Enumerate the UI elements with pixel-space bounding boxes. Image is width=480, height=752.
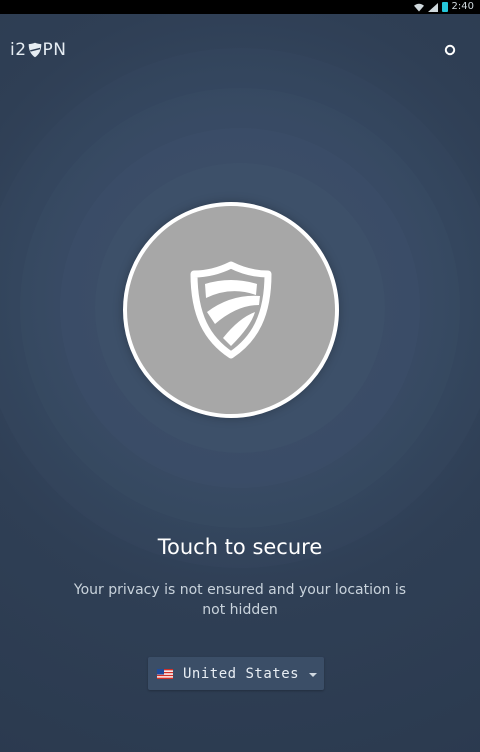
shield-icon — [190, 261, 272, 359]
app-logo: i2 PN — [10, 40, 67, 60]
connect-button[interactable] — [123, 202, 339, 418]
signal-icon — [427, 2, 438, 12]
vpn-home-screen: 2:40 i2 PN Touch to secure Your privacy … — [0, 0, 480, 752]
country-label: United States — [183, 665, 300, 682]
us-flag-icon — [157, 668, 173, 679]
wifi-icon — [413, 3, 424, 11]
chevron-down-icon — [309, 672, 318, 677]
status-time: 2:40 — [451, 1, 474, 12]
connection-subtitle: Your privacy is not ensured and your loc… — [73, 582, 407, 618]
status-icons: 2:40 — [413, 1, 474, 13]
country-selector[interactable]: United States — [148, 657, 324, 690]
logo-text-left: i2 — [10, 40, 27, 60]
shield-icon — [28, 42, 41, 58]
battery-icon — [441, 2, 448, 12]
connection-title: Touch to secure — [157, 535, 323, 559]
settings-dot-icon[interactable] — [444, 44, 456, 56]
status-bar: 2:40 — [0, 0, 480, 14]
logo-text-right: PN — [42, 40, 67, 60]
